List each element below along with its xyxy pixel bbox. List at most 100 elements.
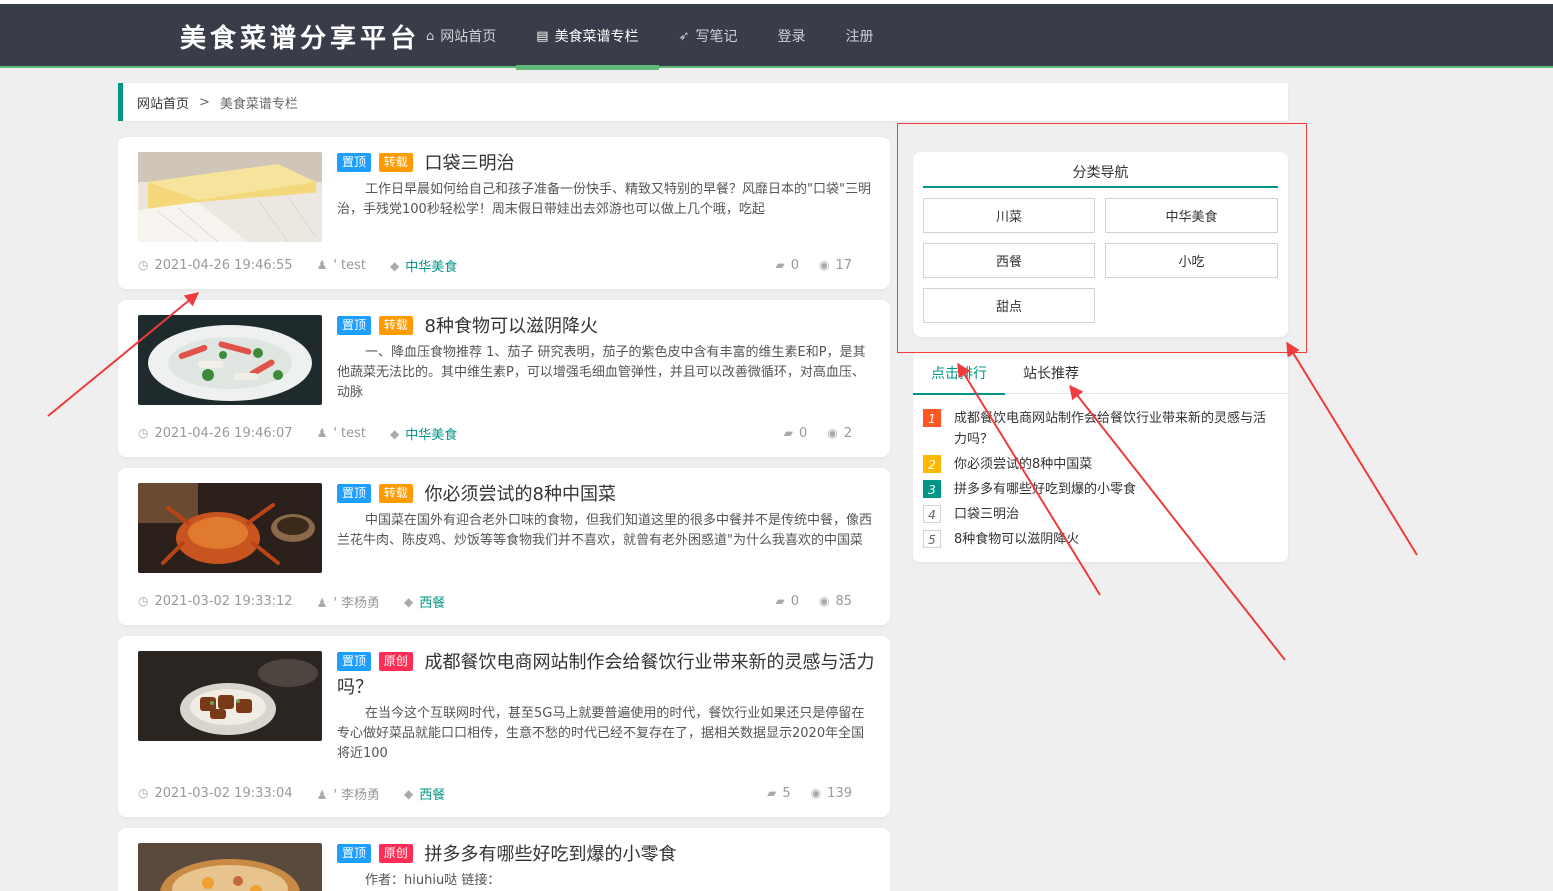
breadcrumb-home[interactable]: 网站首页 bbox=[137, 93, 189, 112]
article-body: 置顶 转载 你必须尝试的8种中国菜 中国菜在国外有迎合老外口味的食物，但我们知道… bbox=[337, 482, 875, 551]
list-item[interactable]: 5 8种食物可以滋阴降火 bbox=[923, 529, 1278, 550]
badge-repost: 转载 bbox=[378, 316, 413, 335]
rank-title[interactable]: 口袋三明治 bbox=[954, 504, 1019, 525]
rank-title[interactable]: 成都餐饮电商网站制作会给餐饮行业带来新的灵感与活力吗？ bbox=[954, 408, 1278, 450]
category-button[interactable]: 甜点 bbox=[923, 288, 1095, 323]
badge-pinned: 置顶 bbox=[337, 652, 372, 671]
article-views: ◉ 85 bbox=[819, 594, 852, 609]
comment-icon: ▰ bbox=[775, 258, 785, 272]
comment-icon: ▰ bbox=[767, 786, 777, 800]
article-tag[interactable]: 西餐 bbox=[419, 592, 445, 611]
nav-recipes[interactable]: ▤ 美食菜谱专栏 bbox=[516, 4, 659, 70]
article-tag[interactable]: 中华美食 bbox=[405, 424, 457, 443]
list-item[interactable]: 1 成都餐饮电商网站制作会给餐饮行业带来新的灵感与活力吗？ bbox=[923, 408, 1278, 450]
article-title[interactable]: 拼多多有哪些好吃到爆的小零食 bbox=[425, 844, 677, 865]
tab-click-ranking[interactable]: 点击排行 bbox=[913, 352, 1005, 395]
comment-icon: ▰ bbox=[783, 426, 793, 440]
article-title[interactable]: 口袋三明治 bbox=[425, 153, 515, 174]
article-stats: ▰ 5 ◉ 139 bbox=[767, 786, 852, 801]
article-comments: ▰ 0 bbox=[775, 258, 799, 273]
article-card[interactable]: 置顶 转载 你必须尝试的8种中国菜 中国菜在国外有迎合老外口味的食物，但我们知道… bbox=[118, 468, 890, 625]
list-item[interactable]: 4 口袋三明治 bbox=[923, 504, 1278, 525]
article-title-line: 置顶 原创 成都餐饮电商网站制作会给餐饮行业带来新的灵感与活力吗？ bbox=[337, 650, 875, 700]
article-comments-count: 0 bbox=[790, 258, 799, 273]
article-card[interactable]: 置顶 原创 拼多多有哪些好吃到爆的小零食 作者：hiuhiu哒 链接： bbox=[118, 828, 890, 891]
category-button[interactable]: 西餐 bbox=[923, 243, 1095, 278]
nav-recipes-label: 美食菜谱专栏 bbox=[554, 29, 639, 45]
category-button[interactable]: 小吃 bbox=[1105, 243, 1278, 278]
article-time-text: 2021-04-26 19:46:55 bbox=[154, 258, 293, 273]
rank-number: 2 bbox=[923, 455, 941, 473]
clock-icon: ◷ bbox=[138, 786, 149, 800]
badge-pinned: 置顶 bbox=[337, 153, 372, 172]
rank-number: 5 bbox=[923, 530, 941, 548]
article-author-text: ' test bbox=[333, 426, 366, 441]
article-stats: ▰ 0 ◉ 85 bbox=[775, 594, 852, 609]
user-icon: ♟ bbox=[316, 596, 328, 610]
user-icon: ♟ bbox=[316, 788, 328, 802]
article-title[interactable]: 你必须尝试的8种中国菜 bbox=[425, 484, 616, 505]
rank-title[interactable]: 拼多多有哪些好吃到爆的小零食 bbox=[954, 479, 1136, 500]
article-tag[interactable]: 中华美食 bbox=[405, 256, 457, 275]
comment-icon: ▰ bbox=[775, 594, 785, 608]
article-title-line: 置顶 原创 拼多多有哪些好吃到爆的小零食 bbox=[337, 842, 875, 867]
article-author-text: ' 李杨勇 bbox=[333, 788, 381, 803]
article-thumbnail[interactable] bbox=[138, 651, 322, 741]
article-summary: 一、降血压食物推荐 1、茄子 研究表明，茄子的紫色皮中含有丰富的维生素E和P，是… bbox=[337, 345, 866, 400]
article-views: ◉ 17 bbox=[819, 258, 852, 273]
tab-recommended[interactable]: 站长推荐 bbox=[1005, 352, 1097, 394]
rank-title[interactable]: 8种食物可以滋阴降火 bbox=[954, 529, 1079, 550]
list-item[interactable]: 2 你必须尝试的8种中国菜 bbox=[923, 454, 1278, 475]
article-title-line: 置顶 转载 你必须尝试的8种中国菜 bbox=[337, 482, 875, 507]
article-body: 置顶 原创 拼多多有哪些好吃到爆的小零食 作者：hiuhiu哒 链接： bbox=[337, 842, 875, 891]
main-nav: ⌂ 网站首页 ▤ 美食菜谱专栏 ➶ 写笔记 登录 注册 bbox=[406, 4, 893, 70]
snack-image bbox=[138, 843, 322, 891]
sandwich-image bbox=[138, 152, 322, 242]
rank-number: 4 bbox=[923, 505, 941, 523]
article-thumbnail[interactable] bbox=[138, 152, 322, 242]
nav-write-note[interactable]: ➶ 写笔记 bbox=[659, 4, 758, 68]
arrow-to-category-box bbox=[1286, 341, 1418, 556]
badge-original: 原创 bbox=[378, 844, 413, 863]
article-card[interactable]: 置顶 转载 口袋三明治 工作日早晨如何给自己和孩子准备一份快手、精致又特别的早餐… bbox=[118, 137, 890, 289]
braised-pork-image bbox=[138, 651, 322, 741]
article-card[interactable]: 置顶 转载 8种食物可以滋阴降火 一、降血压食物推荐 1、茄子 研究表明，茄子的… bbox=[118, 300, 890, 457]
category-button[interactable]: 中华美食 bbox=[1105, 198, 1278, 233]
eye-icon: ◉ bbox=[827, 426, 838, 440]
article-stats: ▰ 0 ◉ 17 bbox=[775, 258, 852, 273]
ranking-tabs: 点击排行 站长推荐 bbox=[913, 352, 1288, 395]
category-nav-title: 分类导航 bbox=[923, 162, 1278, 188]
article-views: ◉ 2 bbox=[827, 426, 852, 441]
article-body: 置顶 原创 成都餐饮电商网站制作会给餐饮行业带来新的灵感与活力吗？ 在当今这个互… bbox=[337, 650, 875, 764]
article-thumbnail[interactable] bbox=[138, 315, 322, 405]
article-time: ◷ 2021-04-26 19:46:55 bbox=[138, 258, 293, 273]
nav-home[interactable]: ⌂ 网站首页 bbox=[406, 4, 516, 68]
nav-register-label: 注册 bbox=[845, 29, 874, 45]
article-time: ◷ 2021-03-02 19:33:04 bbox=[138, 786, 293, 801]
list-item[interactable]: 3 拼多多有哪些好吃到爆的小零食 bbox=[923, 479, 1278, 500]
article-card[interactable]: 置顶 原创 成都餐饮电商网站制作会给餐饮行业带来新的灵感与活力吗？ 在当今这个互… bbox=[118, 636, 890, 817]
article-title[interactable]: 成都餐饮电商网站制作会给餐饮行业带来新的灵感与活力吗？ bbox=[337, 652, 875, 698]
badge-repost: 转载 bbox=[378, 484, 413, 503]
document-icon: ▤ bbox=[536, 28, 549, 44]
rank-title[interactable]: 你必须尝试的8种中国菜 bbox=[954, 454, 1092, 475]
site-logo[interactable]: 美食菜谱分享平台 bbox=[180, 18, 420, 55]
article-summary: 在当今这个互联网时代，甚至5G马上就要普遍使用的时代，餐饮行业如果还只是停留在专… bbox=[337, 706, 865, 761]
article-author: ♟ ' test bbox=[317, 426, 366, 441]
nav-login-label: 登录 bbox=[777, 29, 806, 45]
nav-login[interactable]: 登录 bbox=[757, 4, 825, 68]
article-views-count: 139 bbox=[827, 786, 852, 801]
category-button[interactable]: 川菜 bbox=[923, 198, 1095, 233]
badge-original: 原创 bbox=[378, 652, 413, 671]
article-author-text: ' 李杨勇 bbox=[333, 596, 381, 611]
article-summary: 作者：hiuhiu哒 链接： bbox=[365, 873, 501, 888]
article-tag[interactable]: 西餐 bbox=[419, 784, 445, 803]
article-title[interactable]: 8种食物可以滋阴降火 bbox=[425, 316, 598, 337]
nav-register[interactable]: 注册 bbox=[825, 4, 893, 68]
article-thumbnail[interactable] bbox=[138, 843, 322, 891]
article-summary: 工作日早晨如何给自己和孩子准备一份快手、精致又特别的早餐？风靡日本的"口袋"三明… bbox=[337, 182, 871, 217]
clock-icon: ◷ bbox=[138, 258, 149, 272]
article-stats: ▰ 0 ◉ 2 bbox=[784, 426, 852, 441]
article-thumbnail[interactable] bbox=[138, 483, 322, 573]
article-comments-count: 5 bbox=[782, 786, 791, 801]
